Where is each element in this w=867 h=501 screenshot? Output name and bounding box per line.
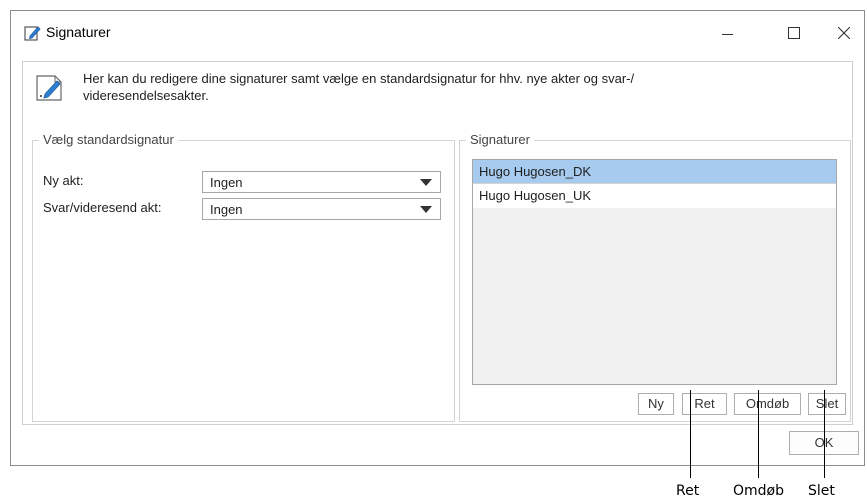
default-signature-group: Vælg standardsignatur Ny akt: Ingen Svar… bbox=[32, 132, 455, 422]
callout-line-omdob bbox=[758, 390, 759, 478]
window-title: Signaturer bbox=[46, 24, 111, 40]
minimize-button[interactable] bbox=[709, 19, 747, 47]
signature-list-item[interactable]: Hugo Hugosen_DK bbox=[473, 160, 836, 184]
title-bar: Signaturer bbox=[11, 11, 864, 53]
edit-signature-icon bbox=[24, 24, 42, 42]
close-icon bbox=[838, 27, 850, 39]
close-button[interactable] bbox=[825, 19, 863, 47]
chevron-down-icon bbox=[420, 206, 432, 213]
callout-label-ret: Ret bbox=[676, 483, 700, 499]
new-act-value: Ingen bbox=[210, 175, 243, 190]
new-act-label: Ny akt: bbox=[43, 173, 84, 188]
callout-line-slet bbox=[824, 390, 825, 478]
callout-label-omdob: Omdøb bbox=[733, 483, 784, 499]
callout-label-slet: Slet bbox=[808, 483, 835, 499]
new-act-select[interactable]: Ingen bbox=[202, 171, 441, 193]
reply-forward-act-label: Svar/videresend akt: bbox=[43, 200, 162, 215]
signatures-dialog: Signaturer Her kan du redigere dine sign… bbox=[10, 10, 865, 466]
reply-forward-act-value: Ingen bbox=[210, 202, 243, 217]
delete-signature-button[interactable]: Slet bbox=[808, 393, 846, 415]
rename-signature-button[interactable]: Omdøb bbox=[734, 393, 801, 415]
info-text: Her kan du redigere dine signaturer samt… bbox=[83, 71, 635, 103]
signatures-group: Signaturer Hugo Hugosen_DK Hugo Hugosen_… bbox=[459, 132, 851, 422]
signatures-legend: Signaturer bbox=[466, 132, 534, 147]
maximize-button[interactable] bbox=[775, 19, 813, 47]
callout-line-ret bbox=[690, 390, 691, 478]
signature-list-item[interactable]: Hugo Hugosen_UK bbox=[473, 184, 836, 208]
signature-list[interactable]: Hugo Hugosen_DK Hugo Hugosen_UK bbox=[472, 159, 837, 385]
signature-edit-icon bbox=[35, 72, 65, 102]
chevron-down-icon bbox=[420, 179, 432, 186]
default-signature-legend: Vælg standardsignatur bbox=[39, 132, 178, 147]
reply-forward-act-select[interactable]: Ingen bbox=[202, 198, 441, 220]
edit-signature-button[interactable]: Ret bbox=[682, 393, 727, 415]
dialog-content: Her kan du redigere dine signaturer samt… bbox=[22, 61, 853, 425]
new-signature-button[interactable]: Ny bbox=[638, 393, 674, 415]
